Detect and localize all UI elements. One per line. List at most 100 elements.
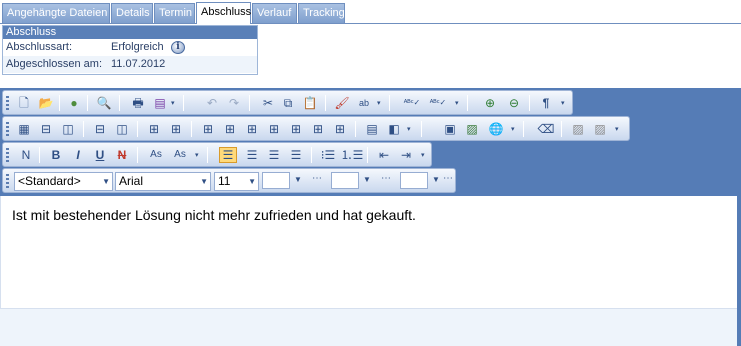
background-color-more-icon[interactable]: ⋯ xyxy=(443,173,453,184)
style-combo[interactable]: <Standard> ▼ xyxy=(14,172,113,191)
open-folder-icon[interactable]: 📂 xyxy=(37,95,55,111)
font-color-dropdown-icon[interactable]: ▼ xyxy=(294,175,302,184)
tab-angehaengte-dateien[interactable]: Angehängte Dateien xyxy=(2,3,110,23)
chevron-down-icon: ▼ xyxy=(102,177,110,186)
border-all-icon[interactable]: ⊞ xyxy=(199,121,217,137)
font-combo[interactable]: Arial ▼ xyxy=(115,172,211,191)
border-left-icon[interactable]: ⊞ xyxy=(309,121,327,137)
spelling-icon[interactable]: ᴬᴮᶜ✓ xyxy=(403,95,421,111)
bullet-list-icon[interactable]: ⁝☰ xyxy=(319,147,337,163)
border-inside-icon[interactable]: ⊞ xyxy=(221,121,239,137)
normal-style-button[interactable]: N xyxy=(17,147,35,163)
shading-icon[interactable]: ▨ xyxy=(569,121,587,137)
justify-icon[interactable]: ☰ xyxy=(287,147,305,163)
redo-icon[interactable]: ↷ xyxy=(225,95,243,111)
copy-icon[interactable]: ⧉ xyxy=(279,95,297,111)
zoom-in-icon[interactable]: ⊕ xyxy=(481,95,499,111)
align-center-icon[interactable]: ☰ xyxy=(243,147,261,163)
superscript-button[interactable]: As xyxy=(169,147,191,163)
highlight-color-box[interactable] xyxy=(331,172,359,189)
subscript-button[interactable]: As xyxy=(145,147,167,163)
background-color-box[interactable] xyxy=(400,172,428,189)
strikethrough-button[interactable]: N xyxy=(113,147,131,163)
undo-icon[interactable]: ↶ xyxy=(203,95,221,111)
toolbar-separator xyxy=(137,147,138,163)
toolbar-separator xyxy=(325,95,326,111)
table-properties-icon[interactable]: ▤ xyxy=(363,121,381,137)
cell-properties-icon[interactable]: ◧ xyxy=(385,121,403,137)
spellcheck-icon[interactable]: ● xyxy=(65,95,83,111)
increase-indent-icon[interactable]: ⇥ xyxy=(397,147,415,163)
highlight-color-dropdown-icon[interactable]: ▼ xyxy=(363,175,371,184)
numbered-list-icon[interactable]: ⒈☰ xyxy=(341,147,364,163)
paragraph-marks-icon[interactable]: ¶ xyxy=(537,95,555,111)
new-document-icon[interactable]: 🗋 xyxy=(15,95,33,111)
font-effects-dropdown-icon[interactable]: ▾ xyxy=(195,152,202,159)
toolbar-separator xyxy=(467,95,468,111)
page-setup-icon[interactable]: ▤ xyxy=(151,95,169,111)
insert-dropdown-icon[interactable]: ▾ xyxy=(511,126,518,133)
border-top-icon[interactable]: ⊞ xyxy=(265,121,283,137)
paste-icon[interactable]: 📋 xyxy=(301,95,319,111)
font-color-more-icon[interactable]: ⋯ xyxy=(312,173,322,184)
toolbar-separator xyxy=(311,147,312,163)
replace-icon[interactable]: ab xyxy=(355,95,373,111)
toolbar-separator xyxy=(523,121,524,137)
editor-content[interactable]: Ist mit bestehender Lösung nicht mehr zu… xyxy=(12,207,416,223)
delete-row-icon[interactable]: ⊟ xyxy=(91,121,109,137)
bold-button[interactable]: B xyxy=(47,147,65,163)
toolbar-overflow-icon[interactable]: ▾ xyxy=(561,100,568,107)
background-color-dropdown-icon[interactable]: ▼ xyxy=(432,175,440,184)
zoom-out-icon[interactable]: ⊖ xyxy=(505,95,523,111)
align-left-icon[interactable]: ☰ xyxy=(219,147,237,163)
toolbar-overflow-icon[interactable]: ▾ xyxy=(421,152,428,159)
tab-verlauf[interactable]: Verlauf xyxy=(252,3,297,23)
pattern-icon[interactable]: ▨ xyxy=(591,121,609,137)
insert-image-icon[interactable]: ▨ xyxy=(463,121,481,137)
tab-details[interactable]: Details xyxy=(111,3,153,23)
insert-column-icon[interactable]: ◫ xyxy=(59,121,77,137)
toolbar-font: <Standard> ▼ Arial ▼ 11 ▼ ▼ ⋯ ▼ ⋯ ▼ ⋯ xyxy=(2,168,456,193)
insert-hyperlink-icon[interactable]: 🌐 xyxy=(487,121,505,137)
merge-cells-icon[interactable]: ⊞ xyxy=(167,121,185,137)
grammar-icon[interactable]: ᴬᴮᶜ✓ xyxy=(429,95,447,111)
page-setup-dropdown-icon[interactable]: ▾ xyxy=(171,100,178,107)
toolbar-grip[interactable] xyxy=(6,174,9,188)
cut-icon[interactable]: ✂ xyxy=(259,95,277,111)
print-icon[interactable]: 🖶 xyxy=(129,95,147,111)
decrease-indent-icon[interactable]: ⇤ xyxy=(375,147,393,163)
border-outside-icon[interactable]: ⊞ xyxy=(243,121,261,137)
delete-column-icon[interactable]: ◫ xyxy=(113,121,131,137)
toolbar-grip[interactable] xyxy=(6,148,9,162)
eraser-icon[interactable]: ⌫ xyxy=(537,121,555,137)
tab-tracking[interactable]: Tracking xyxy=(298,3,345,23)
border-right-icon[interactable]: ⊞ xyxy=(331,121,349,137)
toolbar-overflow-icon[interactable]: ▾ xyxy=(615,126,622,133)
toolbar-separator xyxy=(191,121,192,137)
format-painter-icon[interactable]: 🖌 xyxy=(333,95,351,111)
table-dropdown-icon[interactable]: ▾ xyxy=(407,126,414,133)
tab-termin[interactable]: Termin xyxy=(154,3,195,23)
toolbar-grip[interactable] xyxy=(6,122,9,136)
italic-button[interactable]: I xyxy=(69,147,87,163)
spelling-dropdown-icon[interactable]: ▾ xyxy=(455,100,462,107)
size-combo[interactable]: 11 ▼ xyxy=(214,172,259,191)
insert-table-icon[interactable]: ▦ xyxy=(15,121,33,137)
align-right-icon[interactable]: ☰ xyxy=(265,147,283,163)
chevron-down-icon: ▼ xyxy=(200,177,208,186)
split-cells-icon[interactable]: ⊞ xyxy=(145,121,163,137)
tab-abschluss[interactable]: Abschluss xyxy=(196,2,251,24)
border-bottom-icon[interactable]: ⊞ xyxy=(287,121,305,137)
toolbar-separator xyxy=(39,147,40,163)
underline-button[interactable]: U xyxy=(91,147,109,163)
insert-field-icon[interactable]: ▣ xyxy=(441,121,459,137)
toolbar-grip[interactable] xyxy=(6,96,9,110)
replace-dropdown-icon[interactable]: ▾ xyxy=(377,100,384,107)
info-icon[interactable]: i xyxy=(171,41,185,54)
insert-row-icon[interactable]: ⊟ xyxy=(37,121,55,137)
highlight-color-more-icon[interactable]: ⋯ xyxy=(381,173,391,184)
rich-text-editor[interactable]: Ist mit bestehender Lösung nicht mehr zu… xyxy=(0,196,737,308)
print-preview-icon[interactable]: 🔍 xyxy=(95,95,113,111)
chevron-down-icon: ▼ xyxy=(248,177,256,186)
font-color-box[interactable] xyxy=(262,172,290,189)
